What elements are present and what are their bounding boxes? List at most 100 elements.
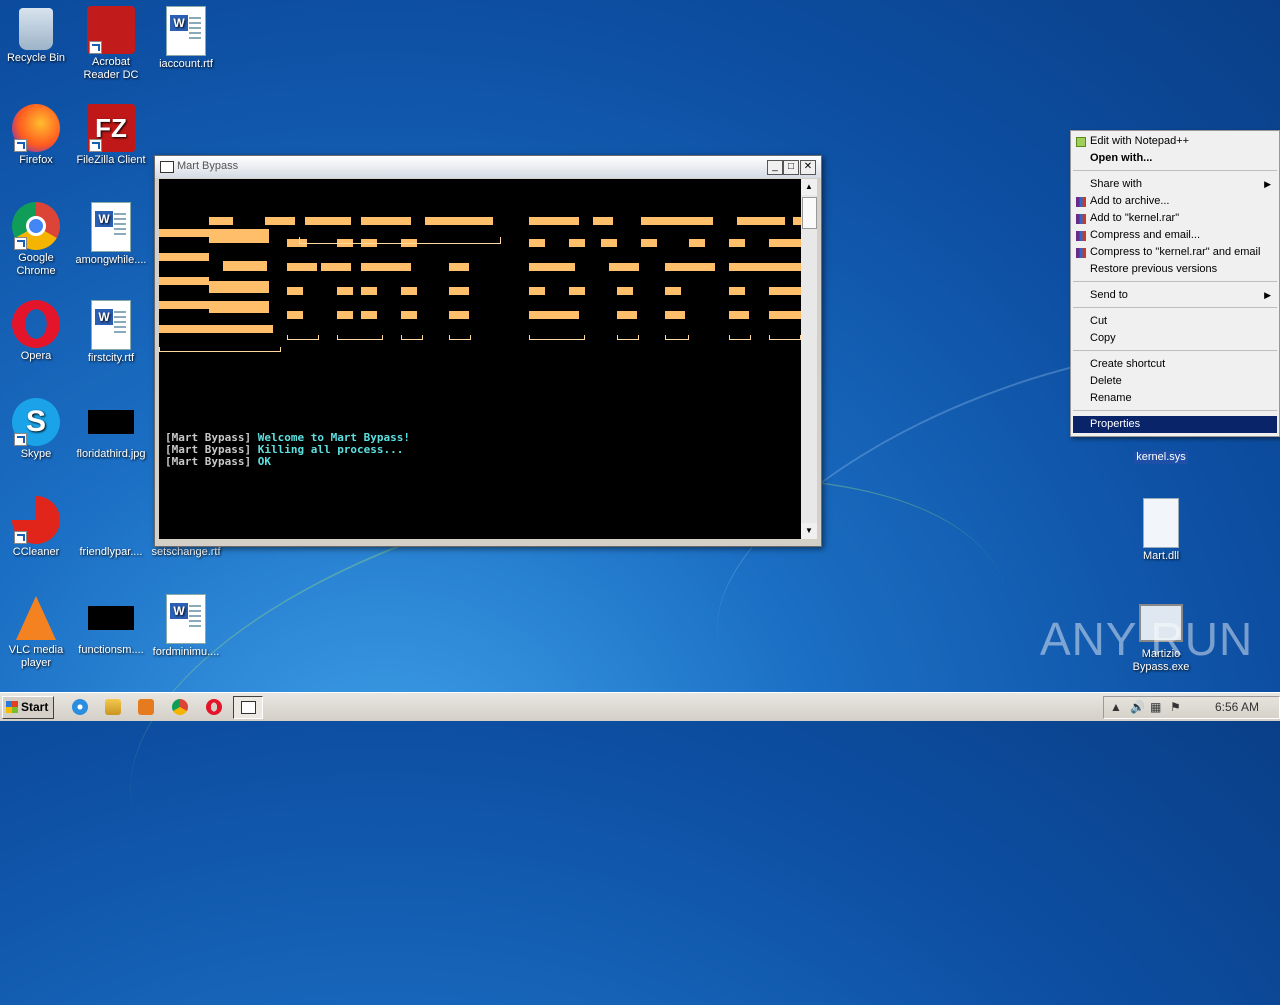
submenu-arrow-icon: ▶ <box>1264 179 1271 189</box>
watermark: ANY RUN <box>1040 613 1254 665</box>
desktop-icon-label: Acrobat Reader DC <box>83 56 139 81</box>
desktop-icon-ccleaner[interactable]: CCleaner <box>0 496 72 559</box>
desktop-icon-label: setschange.rtf <box>151 546 221 558</box>
desktop-icon-chrome[interactable]: Google Chrome <box>0 202 72 278</box>
clock[interactable]: 6:56 AM <box>1215 700 1259 714</box>
media-player-icon[interactable] <box>138 699 154 715</box>
desktop-icon-iaccount[interactable]: W iaccount.rtf <box>150 6 222 71</box>
desktop-icon-label: CCleaner <box>12 546 60 558</box>
console-log-line: [Mart Bypass] OK <box>165 455 271 468</box>
word-document-icon: W <box>166 6 206 56</box>
scroll-up-arrow[interactable]: ▲ <box>801 179 817 195</box>
menu-item-add-to-archive[interactable]: Add to archive... <box>1073 193 1277 210</box>
menu-item-open-with[interactable]: Open with... <box>1073 150 1277 167</box>
network-icon[interactable]: ▦ <box>1150 700 1161 714</box>
recycle-bin-icon <box>19 8 53 50</box>
chrome-icon <box>12 202 60 250</box>
menu-item-compress-kernel-email[interactable]: Compress to "kernel.rar" and email <box>1073 244 1277 261</box>
maximize-button[interactable]: □ <box>783 160 799 175</box>
word-document-icon: W <box>91 300 131 350</box>
winrar-icon <box>1076 214 1086 224</box>
context-menu[interactable]: Edit with Notepad++ Open with... Share w… <box>1070 130 1280 437</box>
desktop-icon-functionsm[interactable]: functionsm.... <box>75 594 147 657</box>
desktop-icon-label: Skype <box>20 448 52 460</box>
desktop-icon-label: Google Chrome <box>16 252 56 277</box>
internet-explorer-icon[interactable] <box>72 699 88 715</box>
action-center-flag-icon[interactable]: ⚑ <box>1170 700 1181 714</box>
system-tray: ▲ 🔊 ▦ ⚑ 6:56 AM <box>1103 696 1280 719</box>
menu-item-copy[interactable]: Copy <box>1073 330 1277 347</box>
opera-icon <box>12 300 60 348</box>
desktop-icon-firefox[interactable]: Firefox <box>0 104 72 167</box>
taskbar-button-mart-bypass[interactable] <box>233 696 263 719</box>
desktop-icon-vlc[interactable]: VLC media player <box>0 594 72 670</box>
desktop-icon-opera[interactable]: Opera <box>0 300 72 363</box>
menu-separator <box>1073 410 1277 411</box>
desktop-icon-friendlypar[interactable]: friendlypar.... <box>75 496 147 559</box>
menu-item-compress-email[interactable]: Compress and email... <box>1073 227 1277 244</box>
menu-item-rename[interactable]: Rename <box>1073 390 1277 407</box>
menu-item-restore-versions[interactable]: Restore previous versions <box>1073 261 1277 278</box>
vlc-icon <box>16 596 56 640</box>
console-app-icon <box>241 701 256 714</box>
desktop-icon-label: kernel.sys <box>1134 451 1188 464</box>
window-title: Mart Bypass <box>177 160 239 172</box>
desktop-icon-firstcity[interactable]: W firstcity.rtf <box>75 300 147 365</box>
close-button[interactable]: ✕ <box>800 160 816 175</box>
desktop-icon-label: Firefox <box>19 154 53 166</box>
acrobat-icon <box>87 6 135 54</box>
vertical-scrollbar[interactable]: ▲ ▼ <box>801 179 817 539</box>
console-window[interactable]: Mart Bypass _ □ ✕ [Mart Bypass] Welcome … <box>154 155 822 547</box>
menu-separator <box>1073 350 1277 351</box>
chrome-icon[interactable] <box>172 699 188 715</box>
desktop-icon-label: VLC media player <box>8 644 64 669</box>
desktop-icon-label: floridathird.jpg <box>76 448 146 460</box>
menu-item-share-with[interactable]: Share with ▶ <box>1073 176 1277 193</box>
menu-item-properties[interactable]: Properties <box>1073 416 1277 433</box>
desktop-icon-acrobat[interactable]: Acrobat Reader DC <box>75 6 147 82</box>
desktop-icon-amongwhile[interactable]: W amongwhile.... <box>75 202 147 267</box>
console-output[interactable]: [Mart Bypass] Welcome to Mart Bypass! [M… <box>159 179 801 539</box>
menu-item-send-to[interactable]: Send to ▶ <box>1073 287 1277 304</box>
menu-separator <box>1073 281 1277 282</box>
desktop-icon-recycle-bin[interactable]: Recycle Bin <box>0 6 72 65</box>
menu-item-cut[interactable]: Cut <box>1073 313 1277 330</box>
winrar-icon <box>1076 231 1086 241</box>
image-file-icon <box>88 606 134 630</box>
skype-icon: S <box>12 398 60 446</box>
winrar-icon <box>1076 248 1086 258</box>
desktop-icon-label: friendlypar.... <box>79 546 143 558</box>
show-hidden-icons-icon[interactable]: ▲ <box>1110 700 1122 714</box>
menu-item-edit-notepadpp[interactable]: Edit with Notepad++ <box>1073 133 1277 150</box>
scroll-thumb[interactable] <box>802 197 817 229</box>
opera-icon[interactable] <box>206 699 222 715</box>
scroll-down-arrow[interactable]: ▼ <box>801 523 817 539</box>
file-explorer-icon[interactable] <box>105 699 121 715</box>
menu-separator <box>1073 170 1277 171</box>
desktop-icon-label: functionsm.... <box>78 644 144 656</box>
volume-icon[interactable]: 🔊 <box>1130 700 1145 714</box>
submenu-arrow-icon: ▶ <box>1264 290 1271 300</box>
taskbar: Start ▲ 🔊 ▦ ⚑ 6:56 AM <box>0 692 1280 721</box>
desktop-icon-skype[interactable]: S Skype <box>0 398 72 461</box>
menu-item-delete[interactable]: Delete <box>1073 373 1277 390</box>
start-button[interactable]: Start <box>2 696 54 719</box>
dll-file-icon <box>1143 498 1179 548</box>
desktop-icon-mart-dll[interactable]: Mart.dll <box>1125 498 1197 563</box>
minimize-button[interactable]: _ <box>767 160 783 175</box>
firefox-icon <box>12 104 60 152</box>
desktop-icon-floridathird[interactable]: floridathird.jpg <box>75 398 147 461</box>
window-titlebar[interactable]: Mart Bypass _ □ ✕ <box>155 156 821 178</box>
desktop-icon-label: amongwhile.... <box>75 254 147 266</box>
desktop-icon-label: FileZilla Client <box>76 154 146 166</box>
menu-item-add-to-kernel-rar[interactable]: Add to "kernel.rar" <box>1073 210 1277 227</box>
desktop-icon-label: Mart.dll <box>1142 550 1180 562</box>
notepadpp-icon <box>1076 137 1086 147</box>
menu-item-create-shortcut[interactable]: Create shortcut <box>1073 356 1277 373</box>
word-document-icon: W <box>91 202 131 252</box>
filezilla-icon: FZ <box>87 104 135 152</box>
desktop-icon-filezilla[interactable]: FZ FileZilla Client <box>75 104 147 167</box>
desktop-icon-label: Recycle Bin <box>6 52 66 64</box>
desktop-icon-label: Opera <box>20 350 52 362</box>
desktop-icon-fordminimu[interactable]: W fordminimu.... <box>150 594 222 659</box>
